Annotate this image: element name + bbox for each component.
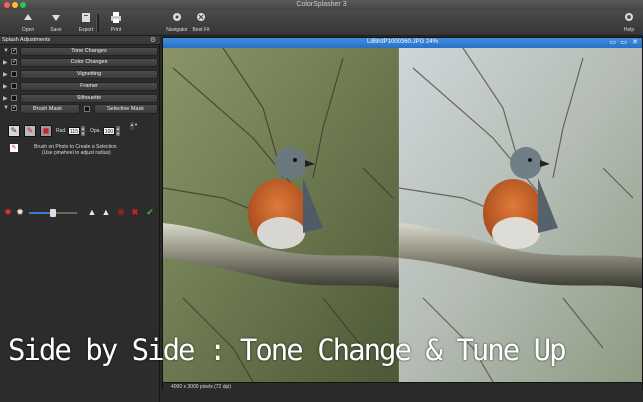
opa-input[interactable]: 100	[103, 127, 115, 135]
disclosure-triangle-icon[interactable]: ▼	[3, 105, 9, 111]
red-dot-icon[interactable]: ✹	[3, 207, 13, 217]
help-icon	[623, 12, 635, 23]
fill-mask-icon[interactable]: ▲	[101, 207, 111, 217]
best-fit-icon	[195, 12, 207, 23]
section-checkbox[interactable]	[11, 83, 17, 89]
selective-mask-checkbox[interactable]	[84, 106, 90, 112]
image-window-title-bar: LilBirdP1000360.JPG 24% ▭ ▭ ✕	[163, 38, 642, 48]
panel-header: Splash Adjustments ⚙	[0, 36, 160, 45]
bird-photo-comparison	[163, 48, 642, 382]
export-icon	[80, 12, 92, 23]
section-color-changes[interactable]: ▶ ✓ Color Changes	[2, 58, 158, 67]
restore-icon[interactable]: ▭	[620, 38, 627, 46]
open-icon	[22, 12, 34, 23]
section-label[interactable]: Vignetting	[20, 70, 158, 79]
close-icon[interactable]: ✖	[130, 207, 140, 217]
options-stepper[interactable]: ▲▼	[130, 122, 138, 130]
invert-mask-icon[interactable]: ▲	[87, 207, 97, 217]
navigator-icon	[171, 12, 183, 23]
info-line-2: (Use pinwheel to adjust radius)	[42, 150, 111, 156]
save-icon	[50, 12, 62, 23]
help-label: Help	[623, 27, 635, 33]
save-button[interactable]: Save	[42, 12, 70, 35]
section-silhouette[interactable]: ▶ Silhouette	[2, 94, 158, 103]
gear-icon[interactable]: ⚙	[150, 36, 156, 44]
section-label[interactable]: Silhouette	[20, 94, 158, 103]
slider-knob[interactable]	[50, 209, 56, 217]
section-checkbox[interactable]	[11, 95, 17, 101]
section-tone-changes[interactable]: ▼ ✓ Tone Changes	[2, 47, 158, 56]
print-label: Print	[110, 27, 122, 33]
open-label: Open	[21, 27, 35, 33]
section-checkbox[interactable]: ✓	[11, 48, 17, 54]
toolbar: Open Save Export Print Navigator Best Fi…	[0, 10, 643, 36]
best-fit-button[interactable]: Best Fit	[188, 12, 214, 35]
section-vignetting[interactable]: ▶ Vignetting	[2, 70, 158, 79]
brush-tools-row: ✎ ✎ ◼ Rad. 115 ▲ ▼ Opa. 100 ▲ ▼ ▲▼	[6, 122, 156, 137]
print-icon	[110, 12, 122, 23]
rad-stepper[interactable]: ▲ ▼	[81, 126, 85, 136]
disclosure-triangle-icon[interactable]: ▶	[3, 83, 8, 90]
brush-mask-label: Brush Mask	[33, 106, 63, 112]
caption-overlay: Side by Side : Tone Change & Tune Up	[8, 333, 567, 367]
best-fit-label: Best Fit	[192, 27, 210, 33]
close-window-icon[interactable]: ✕	[632, 38, 638, 46]
panel-title: Splash Adjustments	[2, 37, 51, 43]
section-label[interactable]: Color Changes	[20, 58, 158, 67]
section-framer[interactable]: ▶ Framer	[2, 82, 158, 91]
image-window-title: LilBirdP1000360.JPG 24%	[366, 39, 439, 45]
image-canvas[interactable]	[163, 48, 642, 382]
action-row: ✹ ✹ ▲ ▲ ⊗ ✖ ✔	[3, 207, 158, 219]
brush-slider[interactable]	[29, 209, 77, 217]
selective-mask-button[interactable]: Selective Mask	[94, 104, 158, 114]
selective-mask-label: Selective Mask	[107, 106, 144, 112]
rad-input[interactable]: 115	[68, 127, 80, 135]
save-label: Save	[50, 27, 62, 33]
image-status-bar: 4000 x 3000 pixels (72 dpi)	[163, 382, 642, 391]
print-button[interactable]: Print	[102, 12, 130, 35]
app-title: ColorSplasher 3	[296, 1, 347, 8]
disclosure-triangle-icon[interactable]: ▶	[3, 59, 8, 66]
disclosure-triangle-icon[interactable]: ▶	[3, 95, 8, 102]
open-button[interactable]: Open	[14, 12, 42, 35]
opa-label: Opa.	[90, 128, 101, 134]
section-checkbox[interactable]: ✓	[11, 59, 17, 65]
brush-info: ✎ Brush on Photo to Create a Selection (…	[10, 144, 155, 164]
eraser-icon[interactable]: ✎	[24, 125, 36, 137]
help-button[interactable]: Help	[617, 12, 641, 35]
clear-icon[interactable]: ⊗	[116, 207, 126, 217]
white-dot-icon[interactable]: ✹	[15, 207, 25, 217]
section-checkbox[interactable]	[11, 71, 17, 77]
minimize-icon[interactable]: ▭	[609, 38, 616, 46]
mask-row: ▼ ✓ Brush Mask Selective Mask	[2, 104, 158, 114]
toolbar-separator	[96, 14, 99, 32]
section-label[interactable]: Framer	[20, 82, 158, 91]
opa-stepper[interactable]: ▲ ▼	[116, 126, 120, 136]
brush-icon[interactable]: ✎	[8, 125, 20, 137]
section-label[interactable]: Tone Changes	[20, 47, 158, 56]
check-icon[interactable]: ✔	[145, 207, 155, 217]
title-bar: ColorSplasher 3	[0, 0, 643, 10]
disclosure-triangle-icon[interactable]: ▶	[3, 71, 8, 78]
image-dimensions: 4000 x 3000 pixels (72 dpi)	[171, 384, 232, 390]
brush-mask-button[interactable]: Brush Mask	[20, 104, 80, 114]
disclosure-triangle-icon[interactable]: ▼	[3, 48, 9, 54]
brush-fill-icon[interactable]: ◼	[40, 125, 52, 137]
brush-mask-checkbox[interactable]: ✓	[11, 105, 17, 111]
rad-label: Rad.	[56, 128, 67, 134]
brush-info-icon: ✎	[10, 144, 18, 152]
